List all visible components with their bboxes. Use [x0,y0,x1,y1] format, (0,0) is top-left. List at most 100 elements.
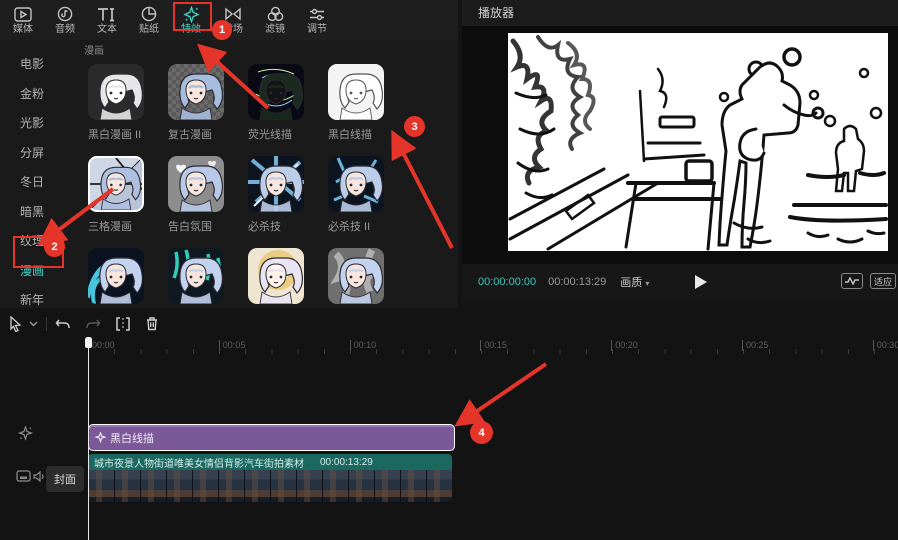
toolbar-item-label: 滤镜 [265,24,285,35]
ruler-major-tick [873,340,874,351]
ruler-label: 00:15 [484,340,507,350]
toolbar-item-label: 文本 [97,24,117,35]
sidebar-item-category[interactable]: 暗黑 [0,198,70,228]
redo-button[interactable] [85,317,101,331]
video-clip-name: 城市夜景人物街道唯美女情侣背影汽车街拍素材 [94,455,304,470]
toolbar-item-adjust[interactable]: 调节 [296,0,338,40]
ruler-label: 00:10 [354,340,377,350]
filter-icon [267,6,284,23]
effect-label: 告白氛围 [168,218,244,234]
effect-label: 黑白线描 [328,126,404,142]
fit-button[interactable]: 适应 [870,273,896,289]
effect-thumb-golden[interactable] [248,248,304,304]
effect-thumb-mono[interactable] [88,64,144,120]
ruler-major-tick [611,340,612,351]
effect-thumb-beam[interactable] [248,156,304,212]
select-tool-chevron[interactable] [29,321,38,327]
video-clip[interactable]: 城市夜景人物街道唯美女情侣背影汽车街拍素材 00:00:13:29 [88,454,452,502]
media-icon [14,6,32,23]
effect-clip[interactable]: 黑白线描 [88,424,455,451]
ruler-label: 00:25 [746,340,769,350]
timeline-section: 00:00 00:05 00:10 00:15 00:20 00:25 00:30 黑白线描… [0,310,898,529]
cover-button[interactable]: 封面 [46,466,84,492]
ruler-label: 00:00 [92,340,115,350]
ruler-major-tick [350,340,351,351]
effect-thumb-smoke[interactable] [328,248,384,304]
effect-label: 必杀技 II [328,218,404,234]
video-clip-header: 城市夜景人物街道唯美女情侣背影汽车街拍素材 00:00:13:29 [88,454,452,470]
sidebar-item-category[interactable]: 电影 [0,50,70,80]
sticker-icon [141,6,157,23]
toolbar-item-audio[interactable]: 音频 [44,0,86,40]
effect-thumb-panels[interactable] [88,156,144,212]
effect-label: 黑白漫画 II [88,126,164,142]
toolbar-item-label: 贴纸 [139,24,159,35]
sidebar-item-category[interactable]: 光影 [0,109,70,139]
ruler-label: 00:20 [615,340,638,350]
ruler-major-tick [88,340,89,351]
sidebar-item-active[interactable]: 漫画 [0,257,70,287]
timeline-toolbar [0,310,898,337]
effect-thumb-swirl[interactable] [88,248,144,304]
preview-area [462,26,898,264]
toolbar-item-transition[interactable]: 转场 [212,0,254,40]
top-toolbar: 媒体 音频 文本 贴纸 特效 转场 滤镜调节 [0,0,458,40]
chevron-down-icon: ▾ [645,279,649,288]
toolbar-item-label: 转场 [223,24,243,35]
effect-label: 三格漫画 [88,218,164,234]
current-timecode: 00:00:00:00 [478,276,536,288]
sidebar-item-category[interactable]: 冬日 [0,168,70,198]
player-panel: 播放器 [462,0,898,308]
undo-button[interactable] [55,317,71,331]
toolbar-divider [46,317,47,331]
ruler-major-tick [742,340,743,351]
effect-label: 荧光线描 [248,126,324,142]
effects-group-header: 漫画 [84,42,104,57]
mute-track-icon[interactable] [33,471,46,482]
preview-axis-button[interactable] [841,273,863,289]
player-controls: 00:00:00:00 00:00:13:29 画质 ▾ 适应 [462,264,898,300]
effect-clip-label: 黑白线描 [110,430,154,446]
toolbar-item-filter[interactable]: 滤镜 [254,0,296,40]
split-tool-button[interactable] [115,317,131,331]
ruler-major-tick [480,340,481,351]
player-title: 播放器 [462,0,898,26]
delete-button[interactable] [145,316,159,331]
sidebar-item-category[interactable]: 分屏 [0,139,70,169]
toolbar-item-text[interactable]: 文本 [86,0,128,40]
effect-clip-icon [95,432,106,443]
effects-library-panel: 媒体 音频 文本 贴纸 特效 转场 滤镜调节 电影金粉光影分屏冬日暗黑纹理漫画新年 漫画 黑… [0,0,458,308]
effect-thumb-sketch[interactable] [328,64,384,120]
effect-thumb-beam2[interactable] [328,156,384,212]
effect-label: 复古漫画 [168,126,244,142]
video-filmstrip [88,470,452,502]
ruler-label: 00:05 [223,340,246,350]
effect-thumb-neon[interactable] [248,64,304,120]
effect-track-icon [18,426,33,441]
toolbar-item-label: 媒体 [13,24,33,35]
select-tool-button[interactable] [8,316,23,332]
hide-track-icon[interactable] [16,470,31,482]
audio-icon [57,6,73,23]
ruler-major-tick [219,340,220,351]
sidebar-item-category[interactable]: 纹理 [0,227,70,257]
effects-grid-panel: 漫画 黑白漫画 II复古漫画荧光线描黑白线描三格漫画告白氛围必杀技必杀技 II [70,40,458,308]
toolbar-item-label: 特效 [181,24,201,35]
play-button[interactable] [690,272,710,292]
toolbar-item-sticker[interactable]: 贴纸 [128,0,170,40]
quality-dropdown[interactable]: 画质 ▾ [620,274,649,290]
sidebar-item-category[interactable]: 金粉 [0,80,70,110]
effects-category-sidebar: 电影金粉光影分屏冬日暗黑纹理漫画新年 [0,40,70,308]
video-clip-duration: 00:00:13:29 [320,457,373,468]
toolbar-item-media[interactable]: 媒体 [2,0,44,40]
effect-thumb-hearts[interactable] [168,156,224,212]
ruler-label: 00:30 [877,340,898,350]
toolbar-item-effects[interactable]: 特效 [170,0,212,40]
effect-thumb-retro[interactable] [168,64,224,120]
preview-line-art [508,33,888,251]
transition-icon [224,6,242,23]
timeline-ruler[interactable]: 00:00 00:05 00:10 00:15 00:20 00:25 00:30 [88,338,898,354]
effect-thumb-streaks[interactable] [168,248,224,304]
text-icon [97,6,117,23]
toolbar-item-label: 音频 [55,24,75,35]
